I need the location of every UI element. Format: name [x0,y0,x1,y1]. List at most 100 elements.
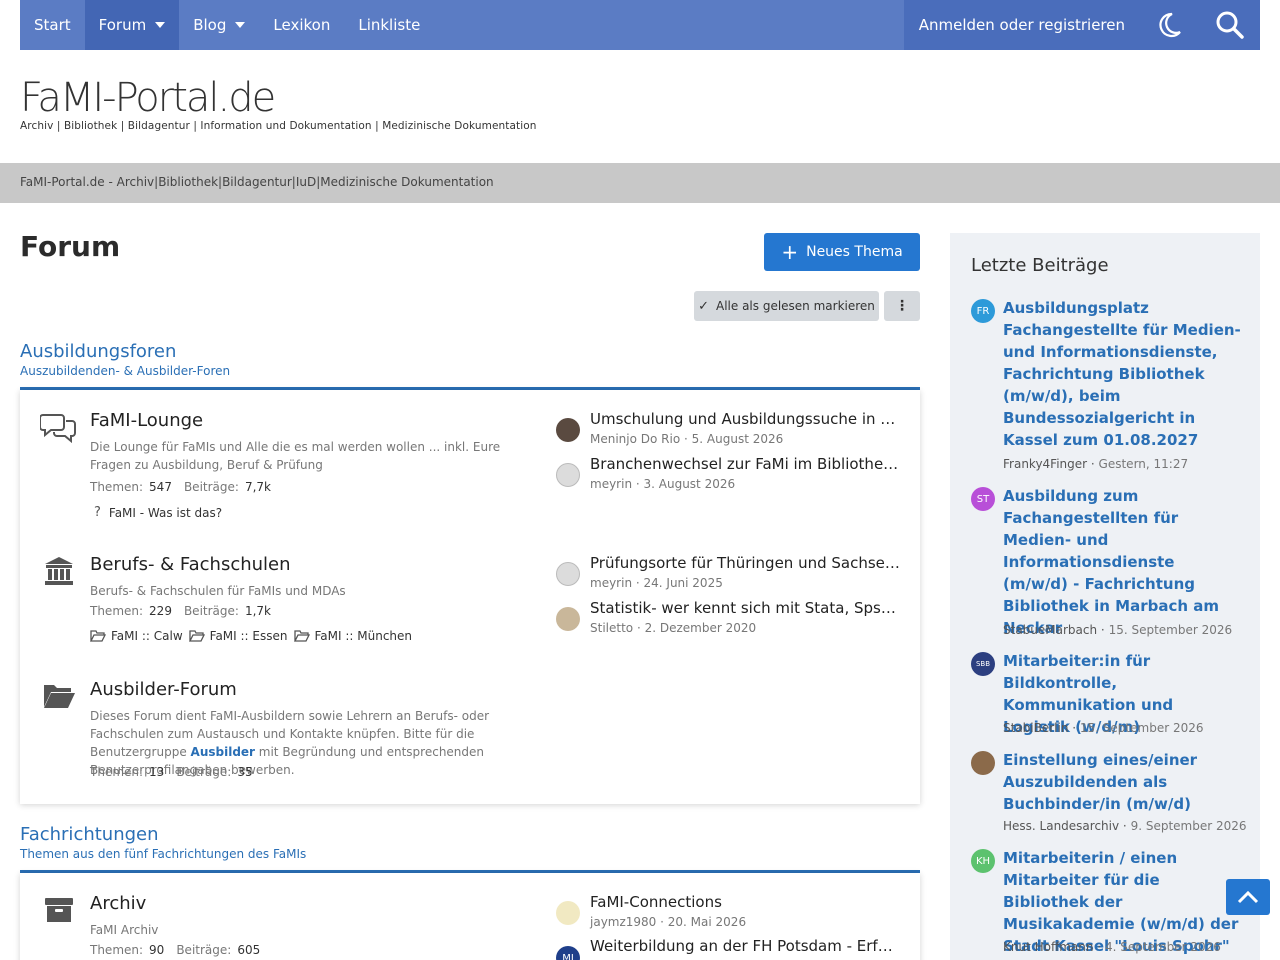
avatar[interactable] [556,607,580,631]
category-title[interactable]: Fachrichtungen [20,824,920,845]
latest-date[interactable]: 3. August 2026 [644,477,736,491]
forum-title[interactable]: Berufs- & Fachschulen [90,554,291,575]
threads-label: Themen [90,765,139,779]
posts-label: Beiträge [183,480,235,494]
avatar[interactable]: SBB [971,652,995,676]
avatar[interactable]: KH [971,849,995,873]
nav-linkliste[interactable]: Linkliste [344,0,434,50]
threads-count: 90 [149,943,165,957]
post-date[interactable]: 4. September 2026 [1105,940,1221,954]
latest-user[interactable]: meyrin [590,477,632,491]
latest-thread-meta: meyrin · 24. Juni 2025 [590,576,723,590]
breadcrumb-bar: FaMI-Portal.de - Archiv|Bibliothek|Bilda… [0,163,1280,203]
latest-date[interactable]: 5. August 2026 [692,432,784,446]
latest-thread-meta: Stiletto · 2. Dezember 2020 [590,621,757,635]
logo-title: FaMI-Portal.de [20,75,276,121]
latest-thread-title[interactable]: Branchenwechsel zur FaMi im Bibliotheksb… [590,455,900,473]
latest-thread-title[interactable]: Prüfungsorte für Thüringen und Sachsen-A… [590,554,900,572]
subforum-label: FaMI :: Essen [209,629,288,643]
post-user[interactable]: StabueMarbach [1003,623,1097,637]
plus-icon: + [781,240,799,264]
sidebar-post-title[interactable]: Ausbildung zum Fachangestellten für Medi… [1003,485,1243,639]
nav-linkliste-label: Linkliste [358,16,421,34]
sidebar-post-meta: Knut Hoffmann · 4. September 2026 [1003,940,1221,954]
threads-label: Themen [90,604,139,618]
moon-icon[interactable] [1140,0,1200,50]
chevron-up-icon [1237,890,1259,904]
site-logo[interactable]: FaMI-Portal.de Archiv | Bibliothek | Bil… [20,76,537,132]
avatar[interactable] [556,418,580,442]
latest-thread-title[interactable]: Statistik- wer kennt sich mit Stata, Sps… [590,599,900,617]
nav-blog-label: Blog [193,16,227,34]
latest-thread-meta: meyrin · 3. August 2026 [590,477,736,491]
avatar[interactable] [971,751,995,775]
breadcrumb[interactable]: FaMI-Portal.de - Archiv|Bibliothek|Bilda… [20,175,494,189]
logo-subtitle: Archiv | Bibliothek | Bildagentur | Info… [20,120,537,132]
nav-lexikon[interactable]: Lexikon [259,0,344,50]
subforum-link[interactable]: FaMI :: München [293,629,413,643]
more-menu-button[interactable]: ⋮ [884,291,920,321]
category-title[interactable]: Ausbildungsforen [20,341,920,362]
latest-user[interactable]: meyrin [590,576,632,590]
latest-user[interactable]: jaymz1980 [590,915,656,929]
sidebar-post-title[interactable]: Einstellung eines/einer Auszubildenden a… [1003,749,1243,815]
forum-title[interactable]: Archiv [90,893,146,914]
subforum-link[interactable]: FaMI :: Calw [90,629,183,643]
latest-user[interactable]: Meninjo Do Rio [590,432,680,446]
search-icon[interactable] [1200,0,1260,50]
login-link[interactable]: Anmelden oder registrieren [904,0,1140,50]
nav-start[interactable]: Start [20,0,85,50]
post-user[interactable]: Franky4Finger [1003,457,1087,471]
threads-count: 229 [149,604,172,618]
post-date[interactable]: 15. September 2026 [1080,721,1204,735]
sidebar-post-meta: StabiBerlin · 15. September 2026 [1003,721,1204,735]
latest-date[interactable]: 20. Mai 2026 [668,915,746,929]
new-thread-button[interactable]: + Neues Thema [764,233,920,271]
nav-forum[interactable]: Forum [84,0,180,50]
forum-description: Berufs- & Fachschulen für FaMIs und MDAs [90,584,346,598]
sidebar-title: Letzte Beiträge [971,255,1109,276]
post-date[interactable]: Gestern, 11:27 [1099,457,1189,471]
chevron-down-icon[interactable] [235,22,246,28]
avatar[interactable] [556,901,580,925]
post-user[interactable]: Hess. Landesarchiv [1003,819,1119,833]
posts-count: 1,7k [244,604,271,618]
post-user[interactable]: StabiBerlin [1003,721,1068,735]
subforum-list: FaMI :: Calw FaMI :: Essen FaMI :: Münch… [90,629,418,643]
subforum-label: FaMI :: München [314,629,413,643]
avatar[interactable] [556,562,580,586]
subforum-link[interactable]: ? FaMI - Was ist das? [90,505,222,520]
latest-thread-title[interactable]: Weiterbildung an der FH Potsdam - Erfahr… [590,937,900,955]
post-user[interactable]: Knut Hoffmann [1003,940,1094,954]
subforum-link[interactable]: FaMI :: Essen [188,629,288,643]
post-date[interactable]: 9. September 2026 [1131,819,1247,833]
sidebar-latest-posts: Letzte Beiträge FR Ausbildungsplatz Fach… [950,233,1260,960]
forum-title[interactable]: FaMI-Lounge [90,410,203,431]
chevron-down-icon[interactable] [155,22,166,28]
latest-date[interactable]: 2. Dezember 2020 [645,621,757,635]
latest-thread-title[interactable]: Umschulung und Ausbildungssuche in Hambu… [590,410,900,428]
page-title: Forum [20,230,121,263]
latest-date[interactable]: 24. Juni 2025 [644,576,723,590]
sidebar-post-meta: Hess. Landesarchiv · 9. September 2026 [1003,819,1247,833]
scroll-to-top-button[interactable] [1226,879,1270,915]
threads-label: Themen [90,480,139,494]
avatar[interactable] [556,463,580,487]
category-node-list: Archiv FaMI Archiv Themen:90 Beiträge:60… [20,873,920,960]
post-date[interactable]: 15. September 2026 [1109,623,1233,637]
vertical-dots-icon: ⋮ [895,298,909,314]
latest-user[interactable]: Stiletto [590,621,633,635]
folder-open-icon [293,630,310,642]
latest-thread-title[interactable]: FaMI-Connections [590,893,900,911]
avatar[interactable]: FR [971,299,995,323]
avatar[interactable]: MI [556,946,580,960]
posts-count: 35 [237,765,253,779]
forum-stats: Themen:229 Beiträge:1,7k [90,604,271,618]
nav-blog[interactable]: Blog [179,0,259,50]
avatar[interactable]: ST [971,487,995,511]
forum-title[interactable]: Ausbilder-Forum [90,679,237,700]
mark-all-read-button[interactable]: ✓ Alle als gelesen markieren [694,291,879,321]
sidebar-post-title[interactable]: Ausbildungsplatz Fachangestellte für Med… [1003,297,1243,451]
folder-open-icon [188,630,205,642]
usergroup-link[interactable]: Ausbilder [191,745,255,759]
